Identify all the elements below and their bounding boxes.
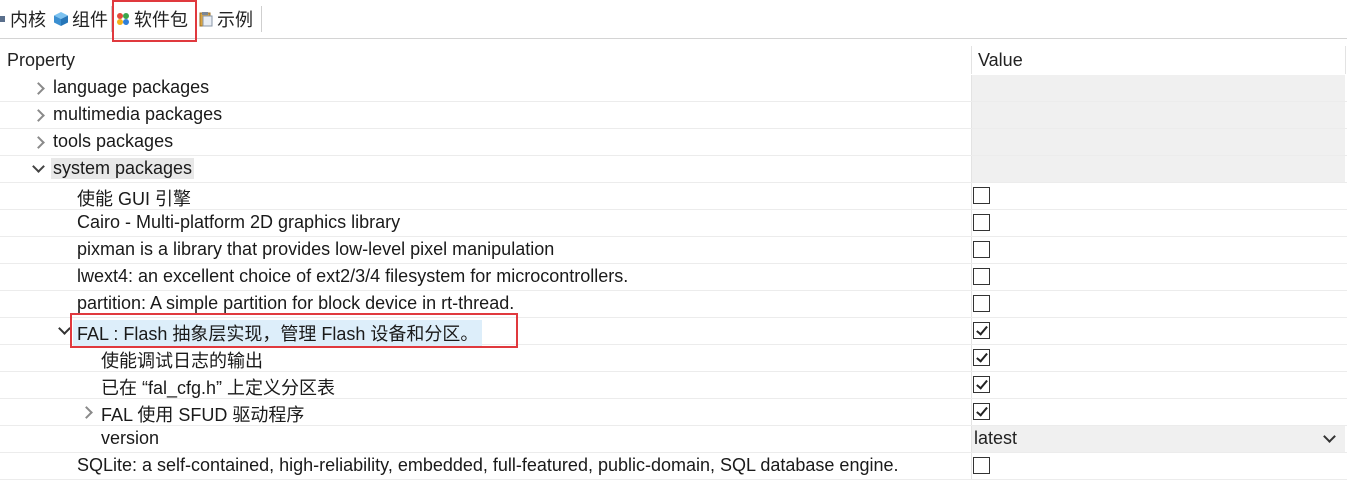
lwext4-checkbox[interactable] (973, 268, 990, 285)
value-cell (971, 129, 1345, 155)
value-cell (971, 102, 1345, 128)
expand-chevron-icon[interactable] (79, 404, 93, 420)
enable-gui-checkbox[interactable] (973, 187, 990, 204)
tab-divider (261, 6, 262, 32)
tree-row-language-packages[interactable]: language packages (0, 75, 1347, 102)
tree-row-label: language packages (53, 77, 210, 97)
tab-bar: 内核 组件 软件包 示例 (0, 0, 1347, 39)
tree-row-version[interactable]: version latest (0, 426, 1347, 453)
tree-row-tools-packages[interactable]: tools packages (0, 129, 1347, 156)
property-column-header[interactable]: Property (7, 50, 75, 71)
partition-checkbox[interactable] (973, 295, 990, 312)
tab-examples-label: 示例 (217, 10, 253, 30)
value-cell (971, 345, 1345, 371)
tab-divider (195, 6, 196, 32)
column-divider (1345, 46, 1346, 74)
tree-row-label: 使能调试日志的输出 (101, 351, 263, 371)
expand-chevron-icon[interactable] (31, 107, 45, 123)
tree-row-label: SQLite: a self-contained, high-reliabili… (77, 455, 899, 475)
value-cell (971, 183, 1345, 209)
value-cell (971, 291, 1345, 317)
tree-row-system-packages[interactable]: system packages (0, 156, 1347, 183)
fal-debug-checkbox[interactable] (973, 349, 990, 366)
value-cell (971, 75, 1345, 101)
expand-chevron-icon[interactable] (31, 134, 45, 150)
fal-cfg-checkbox[interactable] (973, 376, 990, 393)
tab-divider (111, 6, 112, 32)
column-divider[interactable] (971, 46, 972, 74)
value-cell (971, 372, 1345, 398)
kernel-icon (0, 11, 7, 27)
tree-row-label: multimedia packages (53, 104, 223, 124)
value-cell (971, 156, 1345, 182)
tree-row-label: version (101, 428, 160, 448)
fal-checkbox[interactable] (973, 322, 990, 339)
expand-chevron-icon[interactable] (31, 80, 45, 96)
value-cell (971, 264, 1345, 290)
tree-row-label: 已在 “fal_cfg.h” 上定义分区表 (101, 378, 336, 398)
tree-row-fal-cfg[interactable]: 已在 “fal_cfg.h” 上定义分区表 (0, 372, 1347, 399)
tab-packages[interactable]: 软件包 (115, 4, 193, 34)
value-cell (971, 210, 1345, 236)
value-cell (971, 399, 1345, 425)
tree-row-label: pixman is a library that provides low-le… (77, 239, 555, 259)
value-cell (971, 318, 1345, 344)
tree-row-label: Cairo - Multi-platform 2D graphics libra… (77, 212, 401, 232)
tree-row-label: FAL 使用 SFUD 驱动程序 (101, 405, 305, 425)
tab-components[interactable]: 组件 (53, 4, 110, 34)
fal-sfud-checkbox[interactable] (973, 403, 990, 420)
value-cell (971, 237, 1345, 263)
tree-row-cairo[interactable]: Cairo - Multi-platform 2D graphics libra… (0, 210, 1347, 237)
value-column-header[interactable]: Value (978, 50, 1023, 71)
tree-row-partition[interactable]: partition: A simple partition for block … (0, 291, 1347, 318)
tree-row-gui[interactable]: 使能 GUI 引擎 (0, 183, 1347, 210)
version-select[interactable] (971, 426, 1345, 452)
tree-row-label: tools packages (53, 131, 174, 151)
collapse-chevron-icon[interactable] (31, 161, 45, 177)
tree-row-fal-debug[interactable]: 使能调试日志的输出 (0, 345, 1347, 372)
tree-row-label: partition: A simple partition for block … (77, 293, 515, 313)
cairo-checkbox[interactable] (973, 214, 990, 231)
pixman-checkbox[interactable] (973, 241, 990, 258)
tree-row-multimedia-packages[interactable]: multimedia packages (0, 102, 1347, 129)
table-header: Property Value (0, 46, 1347, 74)
tab-kernel[interactable]: 内核 (0, 4, 50, 34)
version-select-value: latest (974, 428, 1018, 448)
cube-icon (53, 11, 69, 27)
tree-row-fal-sfud[interactable]: FAL 使用 SFUD 驱动程序 (0, 399, 1347, 426)
tree-row-label: 使能 GUI 引擎 (77, 189, 192, 209)
tree-row-lwext4[interactable]: lwext4: an excellent choice of ext2/3/4 … (0, 264, 1347, 291)
chevron-down-icon[interactable] (1322, 430, 1338, 446)
clipboard-icon (198, 11, 214, 27)
tab-examples[interactable]: 示例 (198, 4, 260, 34)
tree-row-sqlite[interactable]: SQLite: a self-contained, high-reliabili… (0, 453, 1347, 480)
sqlite-checkbox[interactable] (973, 457, 990, 474)
tab-packages-label: 软件包 (134, 10, 188, 30)
tree-row-fal[interactable]: FAL : Flash 抽象层实现，管理 Flash 设备和分区。 (0, 318, 1347, 346)
collapse-chevron-icon[interactable] (57, 323, 71, 339)
tree-row-pixman[interactable]: pixman is a library that provides low-le… (0, 237, 1347, 264)
tree-row-label: system packages (51, 158, 195, 179)
tab-components-label: 组件 (72, 10, 108, 30)
value-cell (971, 453, 1345, 479)
tree-row-label: FAL : Flash 抽象层实现，管理 Flash 设备和分区。 (73, 320, 483, 346)
tree-row-label: lwext4: an excellent choice of ext2/3/4 … (77, 266, 629, 286)
packages-icon (115, 11, 131, 27)
tab-kernel-label: 内核 (10, 10, 46, 30)
